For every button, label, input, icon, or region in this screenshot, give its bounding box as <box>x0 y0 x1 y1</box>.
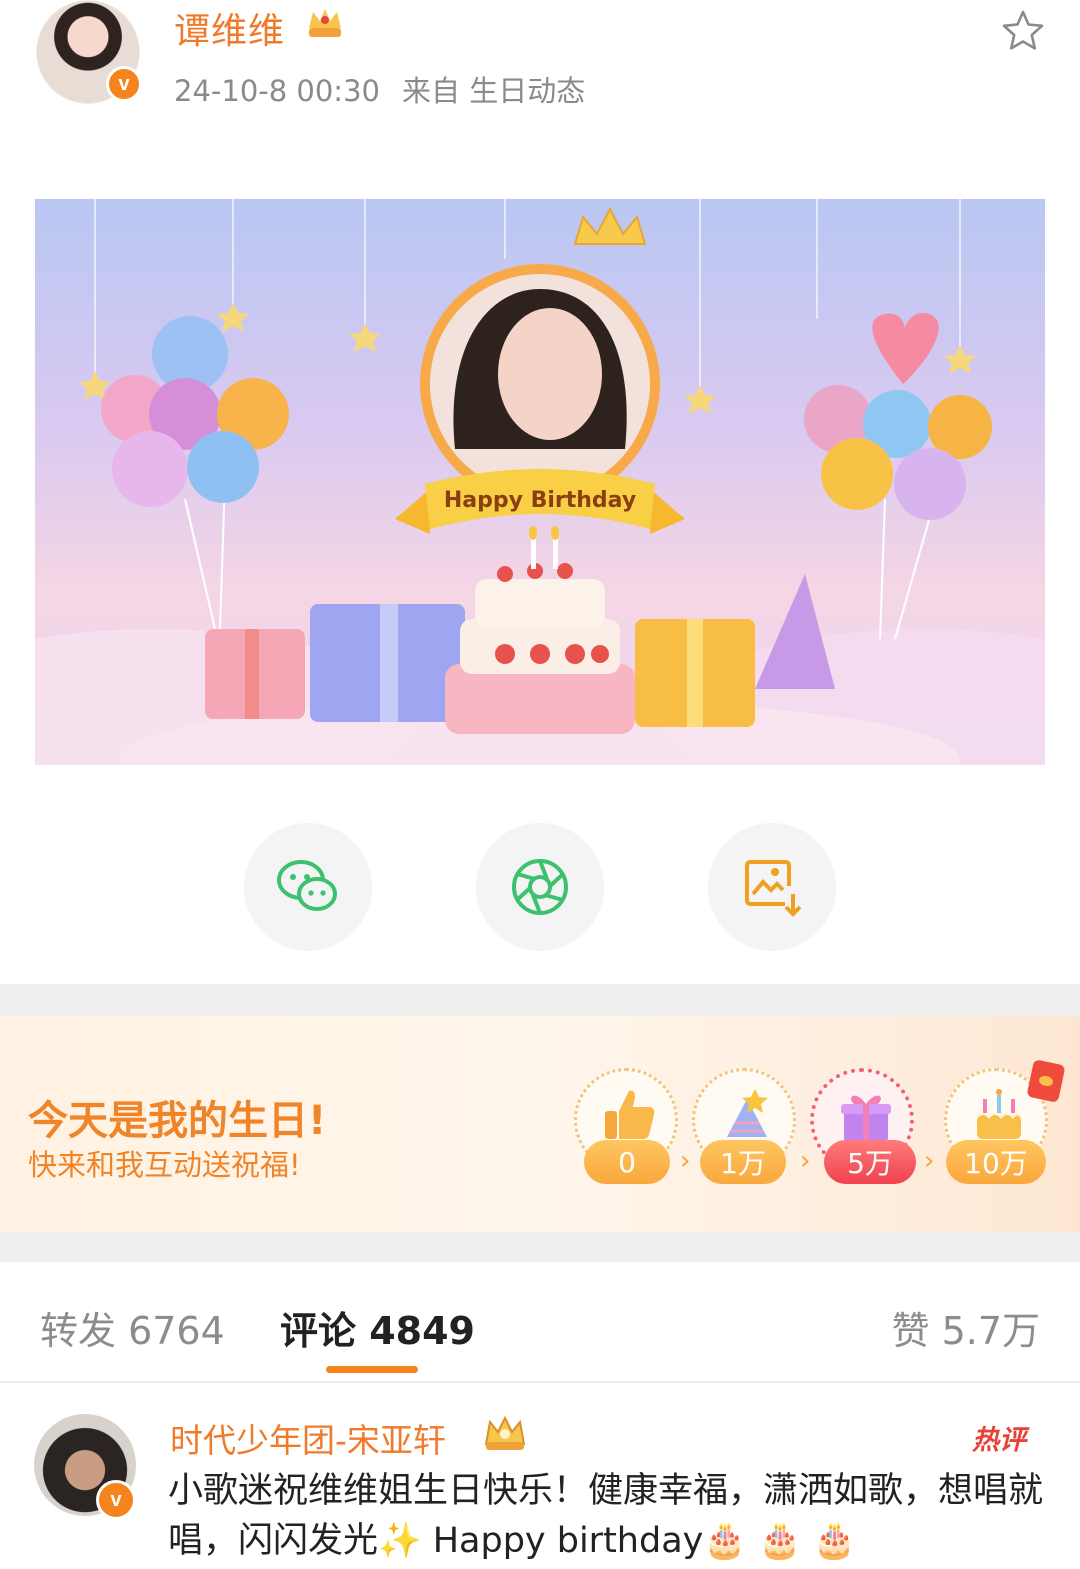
author-name[interactable]: 谭维维 <box>174 2 285 54</box>
section-divider <box>0 1232 1080 1262</box>
cake-icon <box>977 1089 1021 1139</box>
share-moments-button[interactable] <box>476 823 604 951</box>
crown-icon <box>484 1415 526 1450</box>
post-source: 来自 生日动态 <box>401 74 586 108</box>
moments-icon <box>512 859 568 915</box>
comment-text: 小歌迷祝维维姐生日快乐！健康幸福，潇洒如歌，想唱就唱，闪闪发光✨ Happy b… <box>168 1471 1044 1561</box>
section-divider <box>0 984 1080 1016</box>
chevron-right-icon: › <box>800 1146 811 1176</box>
commenter-name[interactable]: 时代少年团-宋亚轩 <box>170 1414 446 1462</box>
active-tab-indicator <box>326 1366 418 1373</box>
birthday-interaction-panel[interactable]: 今天是我的生日! 快来和我互动送祝福! 0 › 1万 › 5万 › 10万 <box>0 1016 1080 1232</box>
party-hat-icon <box>727 1089 768 1137</box>
chevron-right-icon: › <box>680 1146 691 1176</box>
birthday-title: 今天是我的生日! <box>28 1098 327 1144</box>
thumbs-up-icon <box>605 1090 655 1139</box>
birthday-banner-art: Happy Birthday <box>35 199 1045 765</box>
milestone-label-2: 5万 <box>824 1140 916 1184</box>
chevron-right-icon: › <box>924 1146 935 1176</box>
tab-repost[interactable]: 转发 6764 <box>40 1300 225 1355</box>
save-image-icon <box>745 860 802 917</box>
favorite-star-icon[interactable] <box>1000 8 1046 54</box>
crown-icon <box>309 9 341 37</box>
milestone-label-3: 10万 <box>946 1140 1046 1184</box>
gift-box-icon <box>841 1095 891 1142</box>
hot-comment-badge: 热评 <box>972 1425 1026 1456</box>
banner-ribbon-text: Happy Birthday <box>444 488 636 513</box>
verified-icon: v <box>96 1480 136 1520</box>
milestone-label-0: 0 <box>584 1140 670 1184</box>
post-time: 24-10-8 00:30 <box>174 74 380 108</box>
author-avatar-wrap[interactable]: v <box>36 0 142 104</box>
share-wechat-button[interactable] <box>244 823 372 951</box>
post-meta: 24-10-8 00:30 来自 生日动态 <box>174 68 607 110</box>
birthday-banner-image[interactable]: Happy Birthday <box>35 199 1045 765</box>
tab-divider <box>0 1381 1080 1383</box>
verified-icon: v <box>106 66 142 102</box>
tab-likes[interactable]: 赞 5.7万 <box>891 1300 1040 1355</box>
wechat-icon <box>277 860 337 911</box>
birthday-subtitle: 快来和我互动送祝福! <box>28 1148 301 1182</box>
tab-comments[interactable]: 评论 4849 <box>280 1300 475 1355</box>
milestone-label-1: 1万 <box>700 1140 786 1184</box>
save-image-button[interactable] <box>708 823 836 951</box>
